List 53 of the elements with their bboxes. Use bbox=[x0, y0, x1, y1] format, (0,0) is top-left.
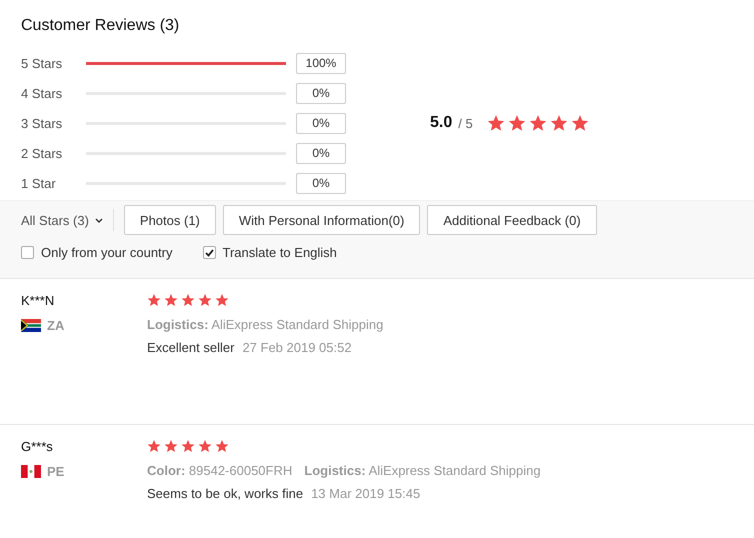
star-icon bbox=[198, 439, 212, 453]
reviewer-name: G***s bbox=[21, 439, 54, 454]
detail-value: AliExpress Standard Shipping bbox=[211, 317, 384, 332]
percent-label: 0% bbox=[296, 142, 346, 164]
review-text: Seems to be ok, works fine bbox=[147, 486, 304, 501]
detail-label: Logistics: bbox=[304, 463, 366, 478]
reviewer-name: K***N bbox=[21, 293, 56, 308]
star-icon bbox=[164, 439, 178, 453]
star-icon bbox=[164, 293, 178, 307]
percent-label: 0% bbox=[296, 82, 346, 104]
flag-icon bbox=[21, 319, 41, 332]
percent-label: 100% bbox=[296, 52, 346, 74]
star-icon bbox=[215, 293, 229, 307]
star-level-label: 4 Stars bbox=[21, 86, 64, 100]
star-icon bbox=[147, 439, 161, 453]
star-icon bbox=[528, 114, 547, 132]
review-text: Excellent seller bbox=[147, 340, 234, 355]
star-icon bbox=[181, 439, 195, 453]
review-date: 27 Feb 2019 05:52 bbox=[242, 340, 352, 355]
percent-label: 0% bbox=[296, 112, 346, 134]
score-max: / 5 bbox=[458, 116, 473, 130]
review-date: 13 Mar 2019 15:45 bbox=[311, 486, 420, 501]
star-icon bbox=[147, 293, 161, 307]
star-level-label: 1 Star bbox=[21, 176, 57, 190]
star-icon bbox=[486, 114, 505, 132]
checkbox[interactable] bbox=[21, 246, 34, 259]
checkbox[interactable] bbox=[202, 246, 216, 259]
star-icon bbox=[570, 114, 589, 132]
filter-button[interactable]: Photos (1) bbox=[124, 205, 216, 235]
section-title: Customer Reviews (3) bbox=[21, 16, 180, 36]
filter-button[interactable]: With Personal Information(0) bbox=[222, 205, 420, 235]
checkbox-label: Translate to English bbox=[222, 245, 337, 260]
star-level-label: 2 Stars bbox=[21, 146, 64, 160]
star-icon bbox=[181, 293, 195, 307]
checkbox-label: Only from your country bbox=[41, 245, 172, 260]
country-code: ZA bbox=[47, 318, 64, 333]
flag-icon bbox=[21, 465, 41, 478]
filter-button[interactable]: Additional Feedback (0) bbox=[427, 205, 597, 235]
detail-value: AliExpress Standard Shipping bbox=[368, 463, 541, 478]
detail-label: Color: bbox=[147, 463, 186, 478]
star-level-label: 3 Stars bbox=[21, 116, 64, 130]
detail-label: Logistics: bbox=[147, 317, 208, 332]
star-icon bbox=[198, 293, 212, 307]
percent-label: 0% bbox=[296, 172, 346, 194]
star-icon bbox=[508, 114, 526, 132]
detail-value: 89542-60050FRH bbox=[188, 463, 292, 478]
country-code: PE bbox=[47, 464, 64, 479]
chevron-down-icon bbox=[94, 218, 103, 222]
star-icon bbox=[215, 439, 229, 453]
star-filter-dropdown[interactable]: All Stars (3) bbox=[21, 209, 114, 231]
star-level-label: 5 Stars bbox=[21, 56, 64, 70]
average-score: 5.0 bbox=[430, 114, 452, 132]
star-icon bbox=[550, 114, 568, 132]
